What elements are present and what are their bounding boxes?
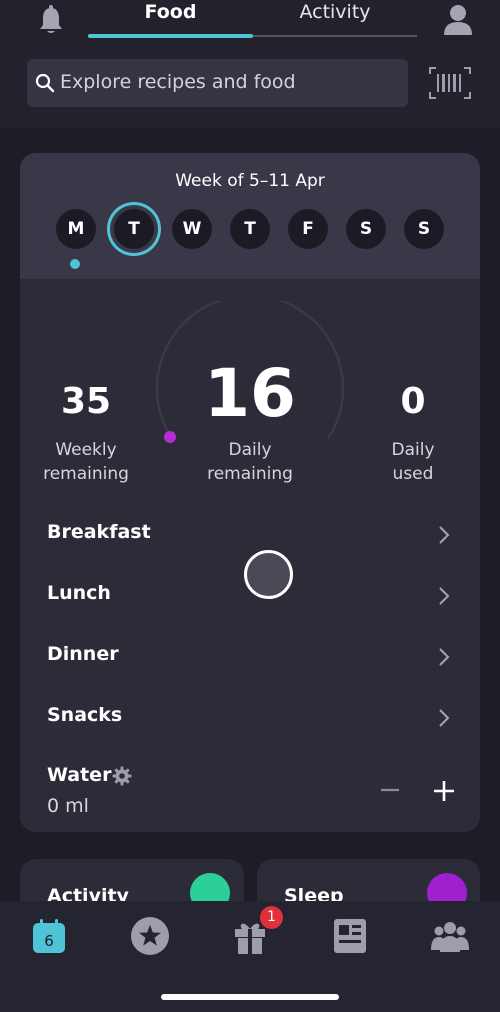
calendar-day-number: 6 <box>44 932 54 950</box>
notification-badge: 1 <box>260 906 283 929</box>
daily-remaining-label: Daily remaining <box>170 438 330 486</box>
day-wednesday[interactable]: W <box>172 209 212 249</box>
nav-articles-icon[interactable] <box>330 916 370 956</box>
meal-row-breakfast[interactable]: Breakfast <box>20 509 480 559</box>
used-label-line-2: used <box>392 464 434 484</box>
daily-used-value: 0 <box>400 381 426 422</box>
day-friday[interactable]: F <box>288 209 328 249</box>
day-saturday[interactable]: S <box>346 209 386 249</box>
gear-icon[interactable] <box>112 766 132 786</box>
daily-label-line-2: remaining <box>207 464 293 484</box>
search-placeholder: Explore recipes and food <box>60 71 296 93</box>
tab-food[interactable]: Food <box>88 0 253 30</box>
logged-day-dot <box>70 259 80 269</box>
nav-favorites-icon[interactable] <box>130 916 170 956</box>
week-title: Week of 5–11 Apr <box>175 171 325 191</box>
daily-label-line-1: Daily <box>228 440 272 460</box>
nav-calendar-icon[interactable]: 6 <box>29 916 69 956</box>
meal-label: Breakfast <box>47 521 151 543</box>
meal-row-dinner[interactable]: Dinner <box>20 631 480 681</box>
weekly-label-line-1: Weekly <box>55 440 117 460</box>
chevron-right-icon <box>439 709 450 727</box>
meal-row-snacks[interactable]: Snacks <box>20 692 480 742</box>
used-label-line-1: Daily <box>391 440 435 460</box>
meal-label: Snacks <box>47 704 123 726</box>
meal-label: Dinner <box>47 643 119 665</box>
weekly-label-line-2: remaining <box>43 464 129 484</box>
profile-icon[interactable] <box>441 2 475 36</box>
week-selector: Week of 5–11 Apr M T W T F S S <box>20 153 480 279</box>
search-bar[interactable]: Explore recipes and food <box>27 59 408 107</box>
water-label: Water <box>47 764 112 786</box>
barcode-icon[interactable] <box>428 66 472 100</box>
chevron-right-icon <box>439 648 450 666</box>
tab-active-indicator <box>88 34 253 38</box>
day-sunday[interactable]: S <box>404 209 444 249</box>
bell-icon[interactable] <box>34 3 68 37</box>
water-increase-button[interactable] <box>433 780 455 802</box>
water-value: 0 ml <box>47 795 89 817</box>
home-indicator[interactable] <box>161 994 339 1000</box>
chevron-right-icon <box>439 587 450 605</box>
water-decrease-button[interactable] <box>380 780 400 800</box>
day-monday[interactable]: M <box>56 209 96 249</box>
nav-community-icon[interactable] <box>430 916 470 956</box>
chevron-right-icon <box>439 526 450 544</box>
day-thursday[interactable]: T <box>230 209 270 249</box>
food-summary-card: Week of 5–11 Apr M T W T F S S 35 16 0 W… <box>20 153 480 832</box>
search-icon <box>35 73 55 93</box>
weekly-remaining-value: 35 <box>60 381 112 422</box>
daily-used-label: Daily used <box>353 438 473 486</box>
weekly-remaining-label: Weekly remaining <box>26 438 146 486</box>
day-tuesday[interactable]: T <box>114 209 154 249</box>
meal-label: Lunch <box>47 582 111 604</box>
daily-remaining-value: 16 <box>204 355 296 432</box>
tab-activity[interactable]: Activity <box>253 0 417 30</box>
floating-touch-indicator[interactable] <box>244 550 293 599</box>
